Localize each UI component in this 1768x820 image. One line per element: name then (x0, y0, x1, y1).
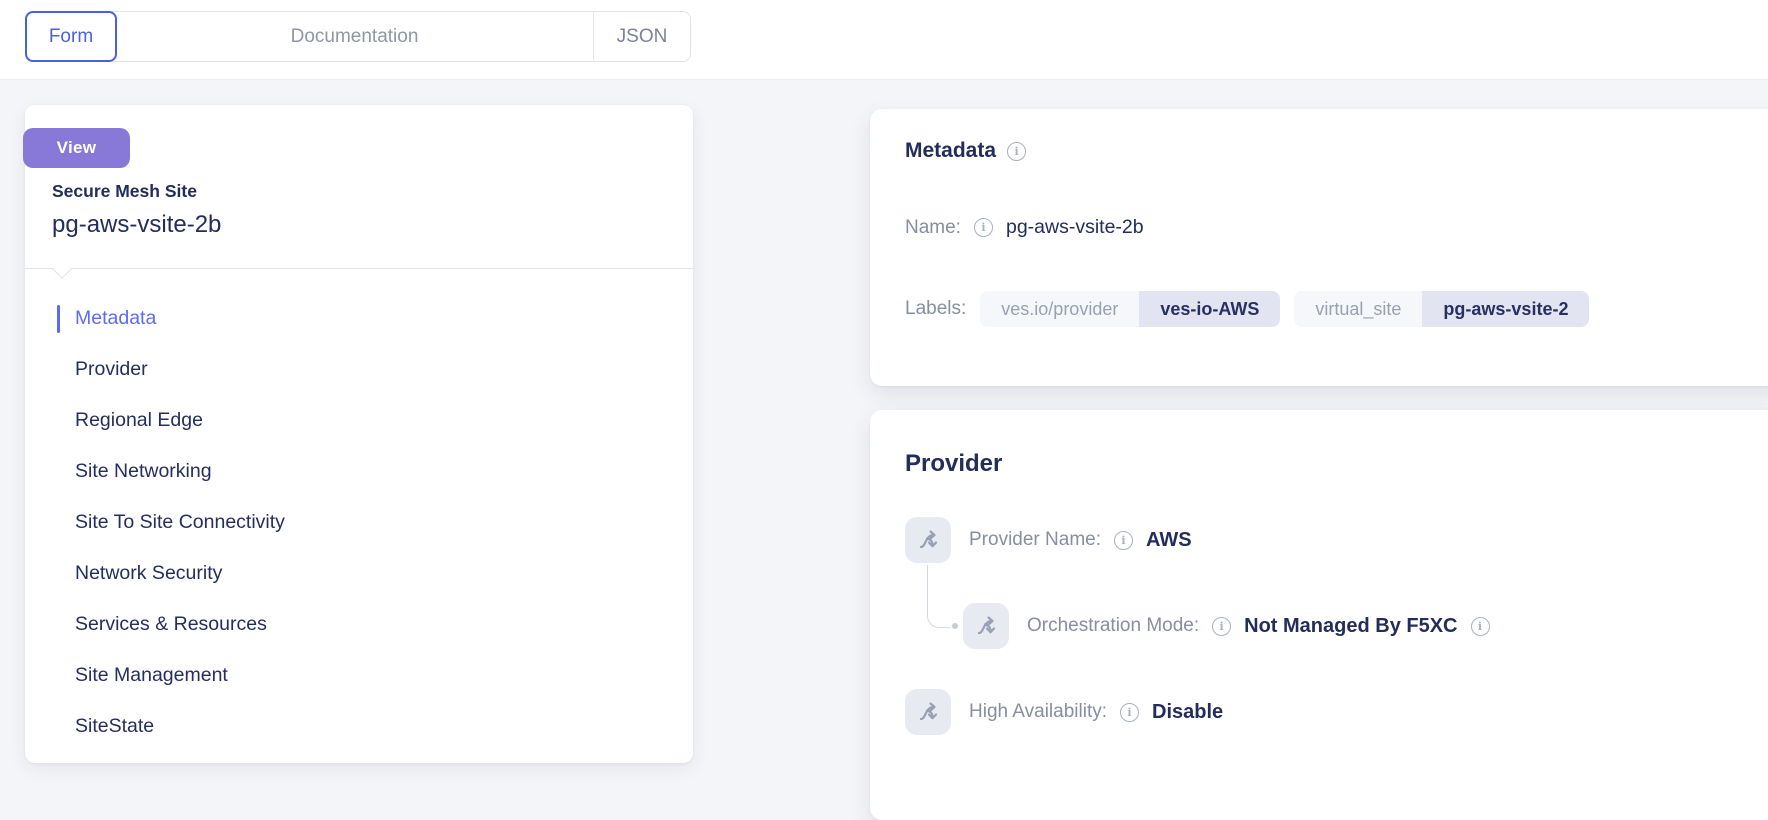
name-label: Name: (905, 216, 961, 238)
label-pair: virtual_site pg-aws-vsite-2 (1294, 291, 1590, 327)
divider-notch-icon (52, 259, 72, 279)
orchestration-mode-label: Orchestration Mode: (1027, 615, 1200, 636)
metadata-title-text: Metadata (905, 139, 997, 162)
tree-connector-dot (952, 623, 958, 629)
tab-json[interactable]: JSON (593, 12, 690, 61)
sidebar-item-metadata[interactable]: Metadata (25, 293, 693, 344)
sidebar-item-services-resources[interactable]: Services & Resources (25, 599, 693, 650)
tree-connector (927, 565, 950, 628)
sidebar-item-site-management[interactable]: Site Management (25, 650, 693, 701)
metadata-card-title: Metadata (905, 139, 1027, 163)
sidebar-item-sitestate[interactable]: SiteState (25, 701, 693, 752)
form-nav-panel: View Secure Mesh Site pg-aws-vsite-2b Me… (23, 105, 693, 763)
resource-type-label: Secure Mesh Site (52, 181, 197, 201)
branch-icon-box[interactable] (963, 603, 1009, 649)
sidebar-item-regional-edge[interactable]: Regional Edge (25, 395, 693, 446)
label-key-pill: ves.io/provider (980, 291, 1140, 327)
name-value: pg-aws-vsite-2b (1005, 216, 1144, 238)
info-icon[interactable] (1007, 141, 1027, 161)
high-availability-row: High Availability: Disable (969, 689, 1223, 735)
panel-divider (25, 268, 693, 269)
sidebar-item-provider[interactable]: Provider (25, 344, 693, 395)
label-pair: ves.io/provider ves-io-AWS (980, 291, 1281, 327)
info-icon[interactable] (1470, 616, 1490, 636)
provider-card: Provider Provider Name: AWS Orchestratio… (870, 410, 1768, 820)
info-icon[interactable] (1114, 530, 1133, 550)
view-mode-badge: View (23, 128, 130, 168)
top-header: Form Documentation JSON (0, 0, 1768, 80)
metadata-card: Metadata Name: pg-aws-vsite-2b Labels: v… (870, 109, 1768, 386)
label-value-pill: pg-aws-vsite-2 (1422, 291, 1590, 327)
tab-documentation[interactable]: Documentation (116, 12, 593, 61)
section-nav: Metadata Provider Regional Edge Site Net… (25, 293, 693, 752)
provider-name-row: Provider Name: AWS (969, 517, 1192, 563)
branch-icon-box[interactable] (905, 689, 951, 735)
info-icon[interactable] (1120, 702, 1140, 722)
high-availability-value: Disable (1152, 700, 1224, 723)
label-key-pill: virtual_site (1294, 291, 1423, 327)
resource-name: pg-aws-vsite-2b (52, 211, 222, 238)
provider-name-label: Provider Name: (969, 529, 1101, 550)
info-icon[interactable] (973, 218, 993, 237)
view-mode-segmented-control: Form Documentation JSON (25, 11, 691, 62)
labels-label: Labels: (905, 298, 967, 319)
high-availability-label: High Availability: (969, 701, 1108, 722)
provider-name-value: AWS (1146, 528, 1192, 551)
branch-icon (919, 530, 938, 549)
sidebar-item-site-networking[interactable]: Site Networking (25, 446, 693, 497)
sidebar-item-network-security[interactable]: Network Security (25, 548, 693, 599)
branch-icon (977, 616, 996, 635)
metadata-name-row: Name: pg-aws-vsite-2b (905, 216, 1144, 239)
info-icon[interactable] (1212, 616, 1232, 636)
tab-form[interactable]: Form (25, 11, 117, 62)
provider-card-title: Provider (905, 450, 1003, 477)
label-value-pill: ves-io-AWS (1139, 291, 1281, 327)
sidebar-item-site-to-site-connectivity[interactable]: Site To Site Connectivity (25, 497, 693, 548)
branch-icon-box[interactable] (905, 517, 951, 563)
branch-icon (919, 702, 938, 721)
metadata-labels-row: Labels: ves.io/provider ves-io-AWS virtu… (905, 291, 1590, 327)
orchestration-mode-value: Not Managed By F5XC (1244, 614, 1458, 637)
orchestration-mode-row: Orchestration Mode: Not Managed By F5XC (1027, 603, 1490, 649)
